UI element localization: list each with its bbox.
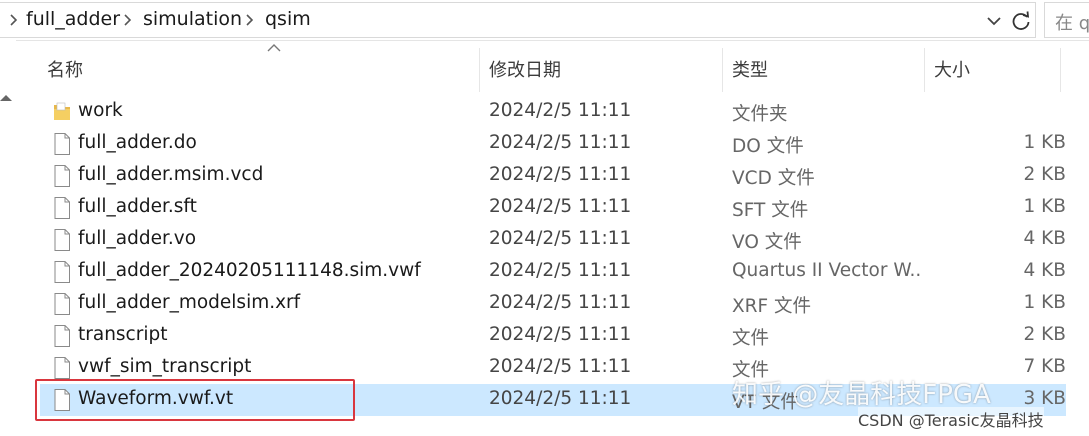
breadcrumb-simulation[interactable]: simulation <box>143 8 242 30</box>
chevron-right-icon[interactable] <box>242 12 258 28</box>
watermark-csdn: CSDN @Terasic友晶科技 <box>858 407 1044 431</box>
sort-ascending-icon <box>267 44 281 52</box>
file-size: 1 KB <box>1023 132 1066 153</box>
column-header-date[interactable]: 修改日期 <box>489 56 561 82</box>
scroll-up-icon[interactable] <box>0 92 12 104</box>
column-divider[interactable] <box>1060 48 1061 92</box>
file-date: 2024/2/5 11:11 <box>489 388 632 409</box>
file-row[interactable]: full_adder.do 2024/2/5 11:11 DO 文件 1 KB <box>40 128 1066 160</box>
file-name: vwf_sim_transcript <box>78 356 252 377</box>
file-date: 2024/2/5 11:11 <box>489 292 632 313</box>
file-size: 1 KB <box>1023 196 1066 217</box>
file-type: SFT 文件 <box>732 200 809 221</box>
file-row[interactable]: full_adder.msim.vcd 2024/2/5 11:11 VCD 文件 2… <box>40 160 1066 192</box>
file-name: work <box>78 100 123 121</box>
file-row[interactable]: full_adder.vo 2024/2/5 11:11 VO 文件 4 KB <box>40 224 1066 256</box>
column-divider[interactable] <box>722 48 723 92</box>
file-name: full_adder.msim.vcd <box>78 164 264 185</box>
file-name: full_adder.vo <box>78 228 197 249</box>
column-header-size[interactable]: 大小 <box>934 56 970 82</box>
file-size: 2 KB <box>1023 164 1066 185</box>
search-input[interactable]: 在 q <box>1044 2 1089 38</box>
file-icon <box>54 165 70 187</box>
highlight-box <box>35 379 355 421</box>
file-name: full_adder_20240205111148.sim.vwf <box>78 260 421 281</box>
breadcrumb-full-adder[interactable]: full_adder <box>26 8 120 30</box>
file-size: 2 KB <box>1023 324 1066 345</box>
file-icon <box>54 229 70 251</box>
file-icon <box>54 261 70 283</box>
file-type: Quartus II Vector W... <box>732 260 922 281</box>
chevron-right-icon <box>10 14 18 26</box>
file-name: full_adder_modelsim.xrf <box>78 292 301 313</box>
file-row[interactable]: transcript 2024/2/5 11:11 文件 2 KB <box>40 320 1066 352</box>
file-type: XRF 文件 <box>732 296 812 317</box>
column-divider[interactable] <box>924 48 925 92</box>
file-type: VCD 文件 <box>732 168 815 189</box>
folder-icon <box>54 102 70 120</box>
file-date: 2024/2/5 11:11 <box>489 356 632 377</box>
column-divider[interactable] <box>479 48 480 92</box>
file-date: 2024/2/5 11:11 <box>489 260 632 281</box>
column-header-name[interactable]: 名称 <box>47 56 83 82</box>
breadcrumb-qsim[interactable]: qsim <box>265 8 311 30</box>
file-date: 2024/2/5 11:11 <box>489 228 632 249</box>
column-header-type[interactable]: 类型 <box>732 56 768 82</box>
file-date: 2024/2/5 11:11 <box>489 164 632 185</box>
file-icon <box>54 325 70 347</box>
file-date: 2024/2/5 11:11 <box>489 132 632 153</box>
file-size: 1 KB <box>1023 292 1066 313</box>
file-name: full_adder.do <box>78 132 197 153</box>
file-row[interactable]: full_adder_modelsim.xrf 2024/2/5 11:11 XRF… <box>40 288 1066 320</box>
file-date: 2024/2/5 11:11 <box>489 196 632 217</box>
file-row[interactable]: full_adder_20240205111148.sim.vwf 2024/2/… <box>40 256 1066 288</box>
navigation-pane <box>0 40 16 436</box>
file-date: 2024/2/5 11:11 <box>489 324 632 345</box>
file-icon <box>54 197 70 219</box>
file-size: 4 KB <box>1023 228 1066 249</box>
file-size: 7 KB <box>1023 356 1066 377</box>
watermark-zhihu: 知乎 @友晶科技FPGA <box>732 380 991 410</box>
file-type: DO 文件 <box>732 136 804 157</box>
file-date: 2024/2/5 11:11 <box>489 100 632 121</box>
address-bar: full_adder simulation qsim 在 q <box>0 0 1089 41</box>
column-header-row: 名称 修改日期 类型 大小 <box>16 40 1089 96</box>
file-icon <box>54 133 70 155</box>
file-name: full_adder.sft <box>78 196 197 217</box>
file-size: 3 KB <box>1023 388 1066 409</box>
file-name: transcript <box>78 324 168 345</box>
file-type: 文件 <box>732 328 770 349</box>
file-icon <box>54 357 70 379</box>
chevron-down-icon[interactable] <box>984 12 1004 30</box>
file-size: 4 KB <box>1023 260 1066 281</box>
file-icon <box>54 293 70 315</box>
file-row[interactable]: full_adder.sft 2024/2/5 11:11 SFT 文件 1 KB <box>40 192 1066 224</box>
refresh-icon[interactable] <box>1008 8 1034 34</box>
file-type: VO 文件 <box>732 232 802 253</box>
file-type: 文件夹 <box>732 104 788 125</box>
chevron-right-icon[interactable] <box>120 12 136 28</box>
file-row[interactable]: work 2024/2/5 11:11 文件夹 <box>40 96 1066 128</box>
